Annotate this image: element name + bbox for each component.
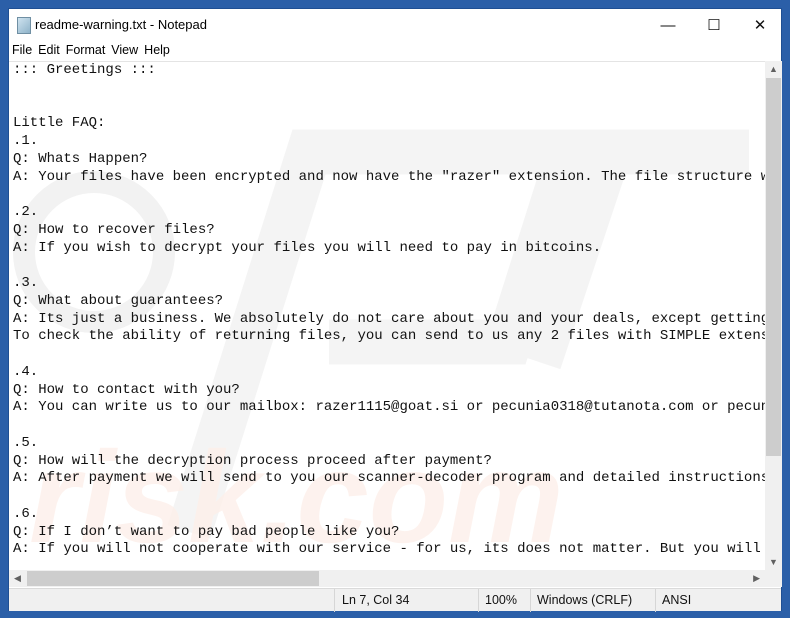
vertical-scroll-thumb[interactable] <box>766 78 781 456</box>
menu-view[interactable]: View <box>108 41 141 61</box>
scroll-down-icon[interactable]: ▼ <box>769 557 778 567</box>
document-text: ::: Greetings ::: Little FAQ: .1. Q: Whats … <box>13 62 765 559</box>
text-line: .2. <box>13 204 39 220</box>
minimize-button[interactable]: — <box>645 9 691 41</box>
status-divider <box>530 589 531 612</box>
encoding: ANSI <box>662 593 692 607</box>
status-divider <box>334 589 335 612</box>
menu-edit[interactable]: Edit <box>35 41 63 61</box>
text-editor[interactable]: risk.com ::: Greetings ::: Little FAQ: .1.… <box>9 61 765 570</box>
line-ending: Windows (CRLF) <box>537 593 633 607</box>
text-line: .5. <box>13 434 39 451</box>
scroll-right-icon[interactable]: ▶ <box>753 573 760 584</box>
close-button[interactable]: ✕ <box>737 9 783 41</box>
text-line: ::: Greetings ::: <box>13 62 156 78</box>
text-line: Q: How will the decryption process proce… <box>13 452 492 469</box>
text-line: A: If you wish to decrypt your files you… <box>13 239 602 256</box>
notepad-window: readme-warning.txt - Notepad — ☐ ✕ File … <box>8 8 782 612</box>
text-line: A: If you will not cooperate with our se… <box>13 541 765 558</box>
status-divider <box>478 589 479 612</box>
menu-help[interactable]: Help <box>141 41 173 61</box>
vertical-scrollbar[interactable]: ▲ ▼ <box>765 61 782 570</box>
text-line: .6. <box>13 505 39 522</box>
text-line: Q: How to recover files? <box>13 221 215 238</box>
text-line: To check the ability of returning files,… <box>13 328 765 345</box>
horizontal-scrollbar[interactable]: ◀ ▶ <box>9 570 765 587</box>
text-line <box>13 417 765 435</box>
maximize-button[interactable]: ☐ <box>691 9 737 41</box>
text-line: Q: How to contact with you? <box>13 381 240 398</box>
menu-file[interactable]: File <box>9 41 35 61</box>
text-line: .3. <box>13 275 39 291</box>
status-bar: Ln 7, Col 34 100% Windows (CRLF) ANSI <box>9 588 781 612</box>
text-line: A: Its just a business. We absolutely do… <box>13 310 765 327</box>
text-line <box>13 346 765 364</box>
scroll-left-icon[interactable]: ◀ <box>14 573 21 584</box>
text-line: A: Your files have been encrypted and no… <box>13 168 765 185</box>
text-line <box>13 488 765 506</box>
text-line <box>13 186 765 204</box>
text-line: Q: What about guarantees? <box>13 292 224 309</box>
menu-format[interactable]: Format <box>63 41 109 61</box>
text-line: Little FAQ: <box>13 115 106 132</box>
menu-bar: File Edit Format View Help <box>9 41 781 61</box>
cursor-position: Ln 7, Col 34 <box>342 593 410 607</box>
horizontal-scroll-thumb[interactable] <box>27 571 319 586</box>
title-bar[interactable]: readme-warning.txt - Notepad — ☐ ✕ <box>9 9 781 41</box>
status-divider <box>655 589 656 612</box>
text-line: Q: Whats Happen? <box>13 150 148 167</box>
scroll-up-icon[interactable]: ▲ <box>769 64 778 74</box>
scroll-corner <box>765 570 782 587</box>
text-line: .4. <box>13 363 39 380</box>
text-line <box>13 98 765 116</box>
text-line: A: You can write us to our mailbox: raze… <box>13 399 765 416</box>
text-line: Q: If I don’t want to pay bad people lik… <box>13 523 400 540</box>
text-line: .1. <box>13 133 39 149</box>
text-line <box>13 257 765 275</box>
text-line: A: After payment we will send to you our… <box>13 470 765 487</box>
zoom-level: 100% <box>485 593 517 607</box>
text-line <box>13 80 765 98</box>
notepad-icon <box>17 17 31 34</box>
window-title: readme-warning.txt - Notepad <box>35 17 207 32</box>
